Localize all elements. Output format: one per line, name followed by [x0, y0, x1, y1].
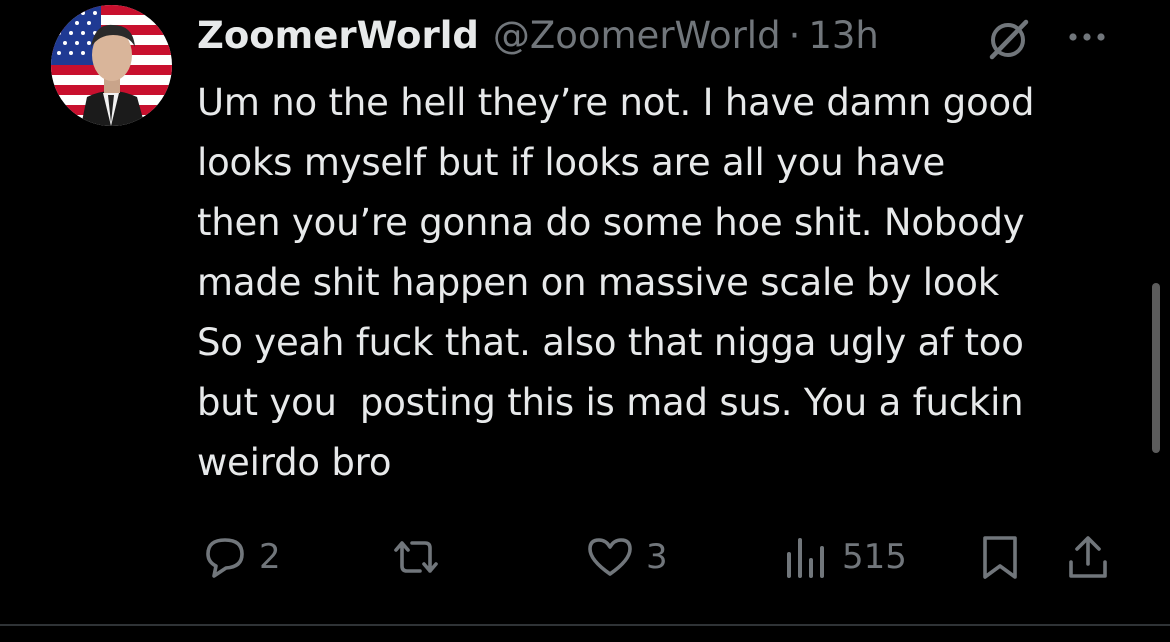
user-handle[interactable]: @ZoomerWorld: [493, 14, 781, 57]
views-count: 515: [842, 537, 907, 577]
like-button[interactable]: 3: [584, 528, 668, 586]
scrollbar[interactable]: [1152, 283, 1160, 453]
separator-dot: ·: [788, 13, 801, 57]
repost-button[interactable]: [388, 528, 444, 586]
tweet-text: Um no the hell they’re not. I have damn …: [197, 81, 1035, 484]
avatar-image: [51, 5, 172, 126]
reply-icon: [199, 532, 249, 582]
like-count: 3: [646, 537, 668, 577]
bookmark-icon: [976, 532, 1024, 582]
tweet-header: ZoomerWorld @ZoomerWorld · 13h: [197, 10, 879, 60]
divider: [0, 624, 1170, 626]
timestamp[interactable]: 13h: [808, 14, 879, 57]
reply-count: 2: [259, 537, 281, 577]
bookmark-button[interactable]: [976, 528, 1024, 586]
views-icon: [782, 532, 832, 582]
more-dots-icon[interactable]: [1062, 22, 1112, 52]
display-name[interactable]: ZoomerWorld: [197, 14, 479, 57]
share-icon: [1063, 532, 1113, 582]
grok-icon[interactable]: [984, 14, 1034, 64]
reply-button[interactable]: 2: [199, 528, 281, 586]
share-button[interactable]: [1063, 528, 1113, 586]
repost-icon: [388, 532, 444, 582]
heart-icon: [584, 532, 636, 582]
views-button[interactable]: 515: [782, 528, 907, 586]
avatar[interactable]: [51, 5, 172, 126]
action-bar: 2 3 515: [0, 528, 1170, 586]
